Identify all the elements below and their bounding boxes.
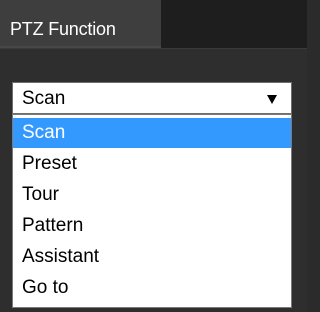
option-pattern[interactable]: Pattern (13, 211, 291, 241)
tab-label: PTZ Function (10, 19, 116, 39)
option-go-to[interactable]: Go to (13, 273, 291, 303)
dropdown-arrow-icon[interactable] (267, 95, 277, 104)
option-preset[interactable]: Preset (13, 149, 291, 179)
ptz-function-select[interactable]: Scan (12, 82, 292, 114)
select-value: Scan (22, 88, 66, 109)
option-assistant[interactable]: Assistant (13, 242, 291, 272)
tab-ptz-function[interactable]: PTZ Function (0, 0, 161, 48)
divider (0, 48, 307, 49)
dropdown-list: Scan Preset Tour Pattern Assistant Go to (12, 114, 292, 308)
option-tour[interactable]: Tour (13, 180, 291, 210)
option-scan[interactable]: Scan (13, 118, 291, 148)
tab-bar: PTZ Function (0, 0, 307, 48)
ptz-panel: PTZ Function Scan Scan Preset Tour Patte… (0, 0, 307, 312)
